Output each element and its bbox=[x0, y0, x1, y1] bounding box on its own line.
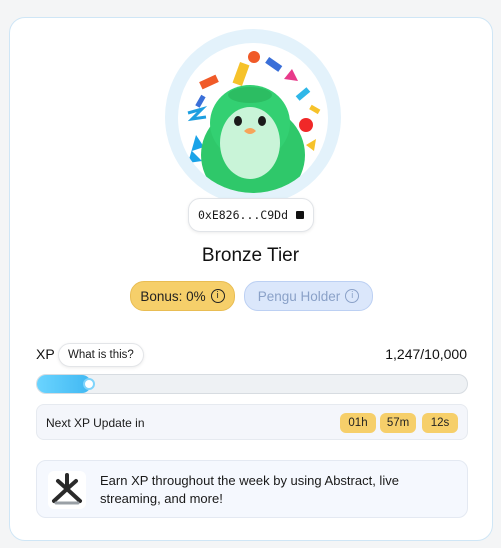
what-is-this-button[interactable]: What is this? bbox=[58, 343, 144, 367]
pengu-holder-badge[interactable]: Pengu Holder i bbox=[244, 281, 373, 311]
earn-xp-text: Earn XP throughout the week by using Abs… bbox=[100, 473, 399, 506]
countdown-seconds: 12s bbox=[422, 413, 458, 433]
copy-icon[interactable] bbox=[296, 211, 304, 219]
info-icon[interactable]: i bbox=[345, 289, 360, 303]
pengu-holder-label: Pengu Holder bbox=[257, 288, 341, 304]
wallet-address-chip[interactable]: 0xE826...C9Dd bbox=[188, 198, 314, 232]
xp-progress-bar bbox=[36, 374, 468, 394]
info-icon[interactable]: i bbox=[210, 289, 225, 303]
xp-label: XP bbox=[36, 346, 55, 362]
countdown-hours: 01h bbox=[340, 413, 376, 433]
earn-xp-info-card: Earn XP throughout the week by using Abs… bbox=[36, 460, 468, 518]
next-xp-update-label: Next XP Update in bbox=[46, 416, 145, 430]
penguin-avatar-image bbox=[187, 51, 321, 193]
wallet-address-text: 0xE826...C9Dd bbox=[197, 208, 288, 222]
xp-progress-knob bbox=[82, 378, 95, 390]
bonus-badge[interactable]: Bonus: 0% i bbox=[130, 281, 235, 311]
countdown-minutes: 57m bbox=[380, 413, 416, 433]
tier-title: Bronze Tier bbox=[201, 245, 300, 266]
avatar bbox=[178, 43, 328, 193]
next-xp-update-row: Next XP Update in 01h 57m 12s bbox=[36, 404, 468, 440]
bonus-badge-label: Bonus: 0% bbox=[140, 288, 206, 304]
abstract-logo-icon bbox=[48, 471, 86, 509]
xp-value: 1,247/10,000 bbox=[385, 346, 467, 362]
